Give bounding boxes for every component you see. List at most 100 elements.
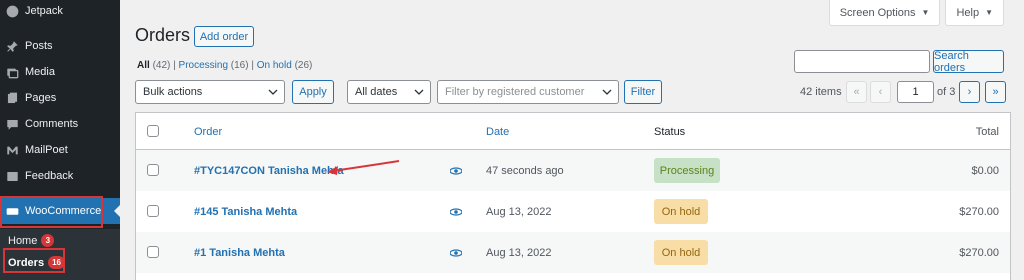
orders-count-badge: 16 — [48, 256, 65, 269]
menu-item-jetpack[interactable]: Jetpack — [0, 0, 120, 24]
table-header: Order Date Status Total — [136, 113, 1010, 150]
main-content: Screen Options ▼ Help ▼ Orders Add order… — [120, 0, 1024, 280]
separator: | — [173, 60, 176, 71]
menu-item-posts[interactable]: Posts — [0, 33, 120, 59]
eye-icon[interactable] — [450, 167, 462, 175]
view-all-count: (42) — [152, 60, 171, 71]
submenu-item-home[interactable]: Home 3 — [8, 234, 55, 247]
add-order-button[interactable]: Add order — [194, 26, 254, 47]
order-total: $270.00 — [959, 247, 999, 259]
column-total[interactable]: Total — [976, 126, 999, 138]
table-row[interactable]: #TYC147CON Tanisha Mehta 47 seconds ago … — [136, 150, 1010, 191]
menu-item-mailpoet[interactable]: MailPoet — [0, 137, 120, 163]
order-date: Aug 13, 2022 — [486, 247, 552, 259]
woocommerce-submenu: Home 3 Orders 16 — [0, 229, 120, 280]
menu-label: Posts — [25, 40, 53, 52]
woo-icon — [5, 204, 19, 218]
chevron-down-icon — [414, 89, 424, 95]
screen-meta-links: Screen Options ▼ Help ▼ — [828, 0, 1004, 26]
menu-label: MailPoet — [25, 144, 68, 156]
comment-icon — [5, 117, 19, 131]
feedback-icon — [5, 169, 19, 183]
view-on-hold-count: (26) — [294, 60, 313, 71]
order-total: $270.00 — [959, 206, 999, 218]
table-row[interactable]: #145 Tanisha Mehta Aug 13, 2022 On hold … — [136, 191, 1010, 232]
order-link[interactable]: #1 Tanisha Mehta — [194, 247, 285, 259]
status-badge: On hold — [654, 199, 708, 224]
chevron-down-icon — [602, 89, 612, 95]
chevron-down-icon — [268, 89, 278, 95]
current-page-input[interactable]: 1 — [897, 81, 934, 103]
pages-icon — [5, 91, 19, 105]
items-count: 42 items — [800, 86, 842, 98]
help-label: Help — [956, 6, 980, 19]
eye-icon[interactable] — [450, 249, 462, 257]
separator: | — [251, 60, 254, 71]
customer-filter-placeholder: Filter by registered customer — [445, 86, 585, 98]
view-processing[interactable]: Processing — [179, 60, 228, 71]
prev-page-button[interactable]: ‹ — [870, 81, 891, 103]
view-processing-count: (16) — [230, 60, 249, 71]
view-all[interactable]: All — [137, 60, 150, 71]
filter-button[interactable]: Filter — [624, 80, 662, 104]
status-badge: Processing — [654, 158, 720, 183]
menu-item-media[interactable]: Media — [0, 59, 120, 85]
order-link[interactable]: #TYC147CON Tanisha Mehta — [194, 165, 344, 177]
menu-label: Media — [25, 66, 55, 78]
customer-filter-select[interactable]: Filter by registered customer — [437, 80, 619, 104]
view-on-hold[interactable]: On hold — [257, 60, 292, 71]
column-order[interactable]: Order — [194, 126, 222, 138]
menu-label: WooCommerce — [25, 205, 102, 217]
first-page-button[interactable]: « — [846, 81, 867, 103]
column-status: Status — [654, 126, 686, 138]
help-tab[interactable]: Help ▼ — [945, 0, 1004, 26]
menu-label: Feedback — [25, 170, 74, 182]
mailpoet-icon — [5, 143, 19, 157]
apply-button[interactable]: Apply — [292, 80, 334, 104]
menu-item-pages[interactable]: Pages — [0, 85, 120, 111]
menu-label: Comments — [25, 118, 79, 130]
pin-icon — [5, 39, 19, 53]
next-page-button[interactable]: › — [959, 81, 980, 103]
search-orders-button[interactable]: Search orders — [933, 50, 1004, 74]
jetpack-icon — [5, 4, 19, 18]
dates-select[interactable]: All dates — [347, 80, 431, 104]
total-pages: of 3 — [937, 86, 956, 98]
admin-sidebar: Jetpack Posts Media Pages Comments MailP… — [0, 0, 120, 280]
bulk-actions-value: Bulk actions — [143, 86, 203, 98]
order-date: Aug 13, 2022 — [486, 206, 552, 218]
orders-table: Order Date Status Total #TYC147CON Tanis… — [135, 112, 1011, 280]
order-link[interactable]: #145 Tanisha Mehta — [194, 206, 297, 218]
submenu-label: Orders — [8, 256, 45, 269]
media-icon — [5, 65, 19, 79]
column-date[interactable]: Date — [486, 126, 509, 138]
menu-item-woocommerce[interactable]: WooCommerce — [0, 198, 120, 224]
row-checkbox[interactable] — [147, 164, 159, 176]
menu-label: Pages — [25, 92, 57, 104]
page-title: Orders — [135, 25, 191, 45]
screen-options-label: Screen Options — [839, 6, 916, 19]
home-count-badge: 3 — [41, 234, 55, 247]
bulk-actions-select[interactable]: Bulk actions — [135, 80, 285, 104]
eye-icon[interactable] — [450, 208, 462, 216]
table-row[interactable]: #1 Tanisha Mehta Aug 13, 2022 On hold $2… — [136, 232, 1010, 273]
last-page-button[interactable]: » — [985, 81, 1006, 103]
menu-label: Jetpack — [25, 5, 63, 17]
order-date: 47 seconds ago — [486, 165, 564, 177]
search-input[interactable] — [794, 50, 930, 73]
submenu-label: Home — [8, 234, 38, 247]
status-badge: On hold — [654, 240, 708, 265]
annotation-arrow — [327, 160, 400, 175]
row-checkbox[interactable] — [147, 246, 159, 258]
order-status-views: All (42) | Processing (16) | On hold (26… — [137, 60, 312, 71]
menu-item-comments[interactable]: Comments — [0, 111, 120, 137]
menu-item-feedback[interactable]: Feedback — [0, 163, 120, 189]
select-all-checkbox[interactable] — [147, 125, 159, 137]
submenu-item-orders[interactable]: Orders 16 — [8, 256, 65, 269]
screen-options-tab[interactable]: Screen Options ▼ — [828, 0, 941, 26]
order-total: $0.00 — [971, 165, 999, 177]
caret-down-icon: ▼ — [985, 8, 993, 17]
row-checkbox[interactable] — [147, 205, 159, 217]
dates-value: All dates — [355, 86, 398, 98]
caret-down-icon: ▼ — [921, 8, 930, 17]
